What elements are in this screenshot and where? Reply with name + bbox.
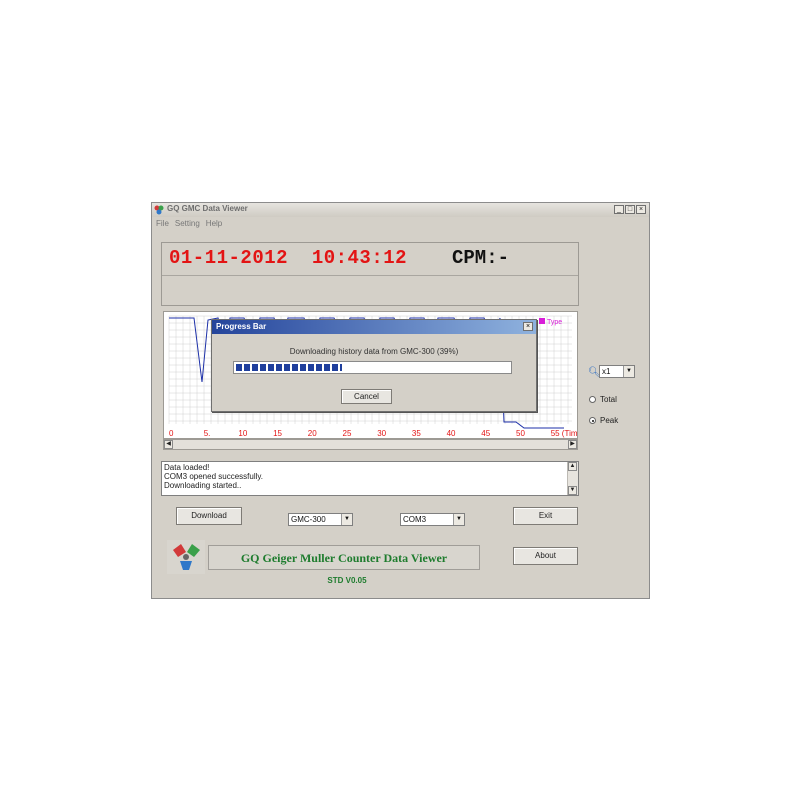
legend-type-label: Type [547, 319, 562, 326]
log-line: COM3 opened successfully. [164, 472, 264, 481]
menu-bar: File Setting Help [156, 219, 228, 228]
cancel-button[interactable]: Cancel [341, 389, 392, 404]
x-tick-label: 20 [308, 429, 317, 438]
progress-fill [236, 364, 342, 371]
log-line: Downloading started.. [164, 481, 242, 490]
radio-peak[interactable] [589, 417, 596, 424]
scroll-right-button[interactable]: ▶ [568, 440, 577, 449]
chevron-down-icon: ▼ [623, 366, 634, 377]
dialog-title-bar[interactable]: Progress Bar × [212, 320, 536, 334]
exit-button[interactable]: Exit [513, 507, 578, 525]
zoom-select[interactable]: x1 ▼ [599, 365, 635, 378]
scroll-down-button[interactable]: ▼ [568, 486, 577, 495]
date-time-readout: 01-11-2012 10:43:12 [169, 247, 408, 269]
x-tick-label: 40 [447, 429, 456, 438]
radio-total[interactable] [589, 396, 596, 403]
menu-help[interactable]: Help [206, 219, 222, 228]
dialog-close-button[interactable]: × [523, 322, 533, 331]
dialog-title: Progress Bar [216, 322, 267, 331]
version-label: STD V0.05 [327, 576, 367, 585]
port-select[interactable]: COM3 ▼ [400, 513, 465, 526]
x-tick-label: 5. [204, 429, 211, 438]
app-icon [154, 205, 164, 215]
log-line: Data loaded! [164, 463, 210, 472]
chevron-down-icon: ▼ [453, 514, 464, 525]
x-tick-label: 10 [238, 429, 247, 438]
progress-dialog: Progress Bar × Downloading history data … [211, 319, 537, 412]
status-display: 01-11-2012 10:43:12 CPM:- [161, 242, 579, 306]
title-bar[interactable]: GQ GMC Data Viewer _ □ × [152, 203, 649, 217]
x-tick-label: 50 [516, 429, 525, 438]
log-box[interactable]: Data loaded! COM3 opened successfully. D… [161, 461, 579, 496]
device-select-value: GMC-300 [291, 515, 326, 524]
zoom-value: x1 [602, 367, 611, 376]
banner-title: GQ Geiger Muller Counter Data Viewer [240, 551, 448, 565]
port-select-value: COM3 [403, 515, 427, 524]
download-progress-bar [233, 361, 512, 374]
app-banner: GQ Geiger Muller Counter Data Viewer [208, 545, 480, 570]
legend-type-swatch [539, 318, 545, 324]
cpm-readout: CPM:- [452, 247, 510, 269]
gq-logo [167, 540, 205, 574]
download-button[interactable]: Download [176, 507, 242, 525]
x-tick-label: 35 [412, 429, 421, 438]
x-tick-label: 25 [343, 429, 352, 438]
radio-peak-label: Peak [600, 416, 619, 425]
maximize-button[interactable]: □ [625, 205, 635, 214]
window-title: GQ GMC Data Viewer [167, 204, 248, 213]
scroll-up-button[interactable]: ▲ [568, 462, 577, 471]
x-tick-label: 45 [481, 429, 490, 438]
x-tick-label: 30 [377, 429, 386, 438]
about-button[interactable]: About [513, 547, 578, 565]
chevron-down-icon: ▼ [341, 514, 352, 525]
radio-total-label: Total [600, 395, 617, 404]
log-scrollbar[interactable]: ▲ ▼ [567, 462, 578, 495]
chart-scrollbar[interactable]: ◀ ▶ [163, 439, 578, 450]
scroll-left-button[interactable]: ◀ [164, 440, 173, 449]
x-tick-label: 0 [169, 429, 174, 438]
device-select[interactable]: GMC-300 ▼ [288, 513, 353, 526]
close-button[interactable]: × [636, 205, 646, 214]
x-tick-label: 15 [273, 429, 282, 438]
x-tick-label: 55 (Time) 6 [551, 429, 577, 438]
menu-file[interactable]: File [156, 219, 169, 228]
dialog-message: Downloading history data from GMC-300 (3… [289, 347, 459, 356]
display-divider [162, 275, 578, 276]
minimize-button[interactable]: _ [614, 205, 624, 214]
menu-setting[interactable]: Setting [175, 219, 200, 228]
